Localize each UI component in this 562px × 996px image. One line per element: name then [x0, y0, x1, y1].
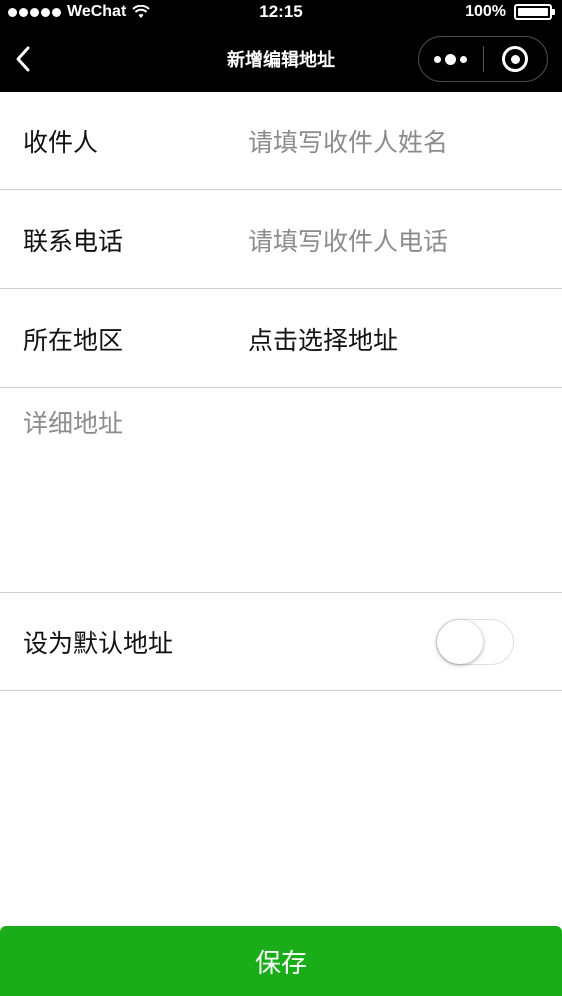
address-edit-screen: WeChat 12:15 100% 新增编辑地址 收件人 请填写收件人姓名 联系…: [0, 0, 562, 996]
battery-icon: [514, 4, 555, 20]
recipient-label: 收件人: [23, 127, 99, 157]
region-picker[interactable]: 点击选择地址: [248, 321, 398, 357]
switch-knob: [437, 620, 483, 664]
recipient-input[interactable]: 请填写收件人姓名: [248, 123, 448, 159]
navigation-bar: 新增编辑地址: [0, 26, 562, 92]
more-dots-icon: [434, 55, 442, 63]
close-miniprogram-button[interactable]: [484, 37, 548, 81]
detail-address-textarea[interactable]: 详细地址: [0, 389, 562, 593]
more-dots-icon-center: [445, 53, 457, 65]
default-address-row: 设为默认地址: [0, 593, 562, 691]
more-button[interactable]: [419, 37, 483, 81]
recipient-row: 收件人 请填写收件人姓名: [0, 92, 562, 190]
menu-capsule: [418, 36, 548, 82]
save-button[interactable]: 保存: [0, 926, 562, 996]
detail-address-placeholder: 详细地址: [23, 409, 124, 438]
battery-percent: 100%: [465, 3, 506, 20]
phone-row: 联系电话 请填写收件人电话: [0, 191, 562, 289]
status-bar: WeChat 12:15 100%: [0, 0, 562, 26]
more-dots-icon-right: [460, 55, 468, 63]
region-label: 所在地区: [23, 325, 124, 355]
phone-input[interactable]: 请填写收件人电话: [248, 222, 448, 258]
phone-label: 联系电话: [23, 226, 124, 256]
battery-fill: [518, 8, 548, 16]
target-circle-icon: [502, 46, 529, 72]
region-row: 所在地区 点击选择地址: [0, 290, 562, 388]
default-address-label: 设为默认地址: [23, 628, 174, 658]
status-right: 100%: [465, 3, 555, 21]
default-address-switch[interactable]: [436, 619, 514, 665]
